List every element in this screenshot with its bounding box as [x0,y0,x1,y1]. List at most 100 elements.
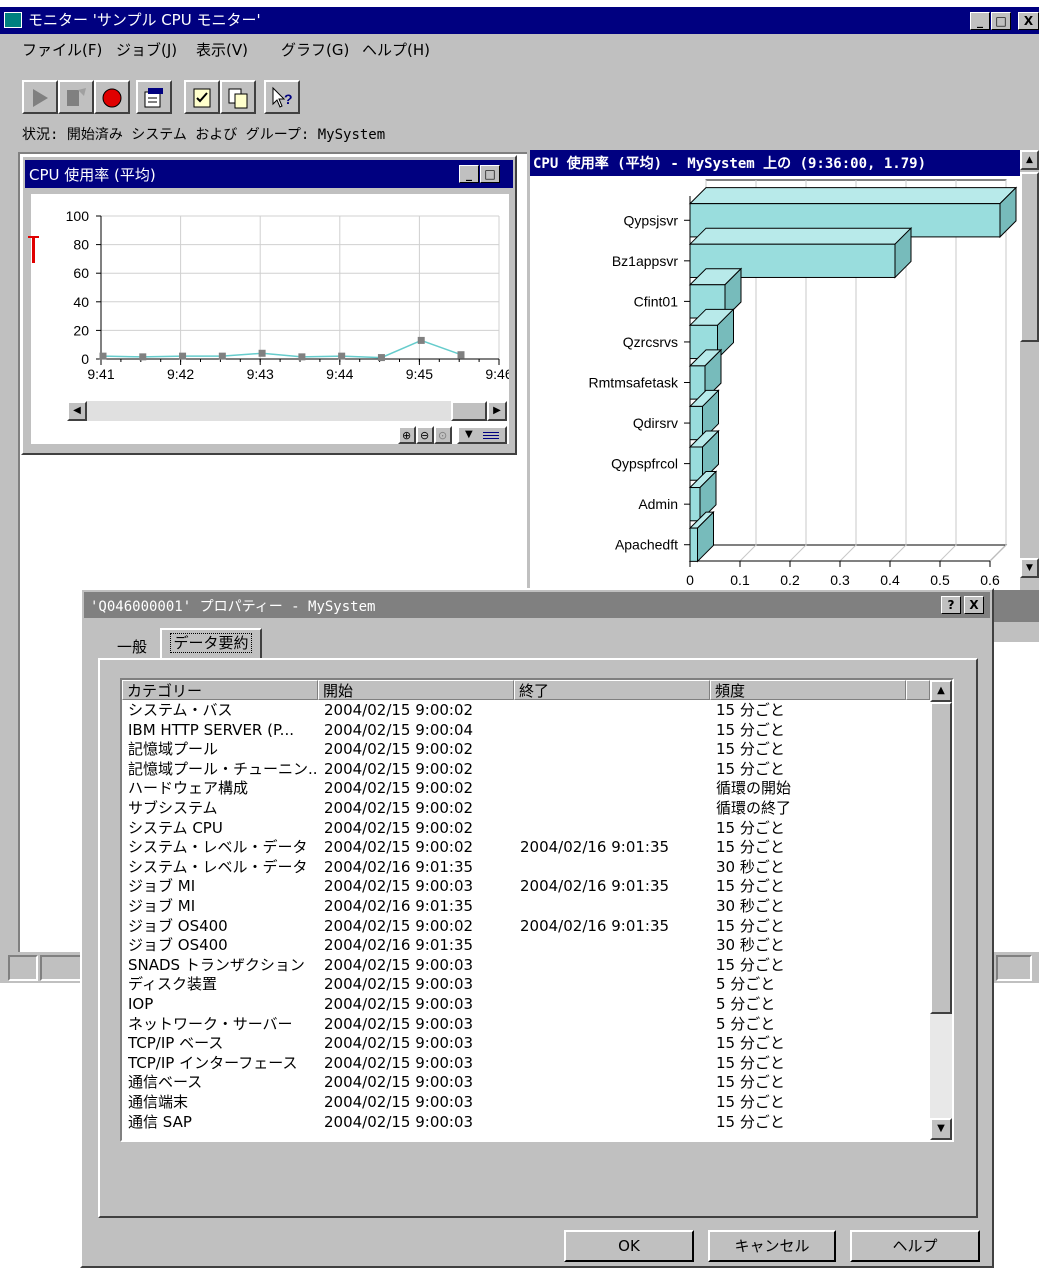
cell-frequency: 15 分ごと [716,877,785,896]
cell-category: ジョブ MI [128,877,196,896]
cell-category: ディスク装置 [128,975,217,994]
scroll-right-button[interactable]: ▶ [487,401,507,421]
table-row[interactable]: 通信 SAP 2004/02/15 9:00:03 15 分ごと [128,1113,928,1133]
line-chart-ytick-label: 60 [73,265,89,281]
menu-graph[interactable]: グラフ(G) [281,38,349,62]
main-minimize-button[interactable]: _ [970,12,990,30]
table-row[interactable]: ジョブ OS400 2004/02/15 9:00:02 2004/02/16 9:… [128,917,928,937]
col-header-start[interactable]: 開始 [318,680,514,700]
line-chart-point [179,352,187,360]
properties-button[interactable] [136,80,172,114]
cell-start: 2004/02/16 9:01:35 [324,936,474,955]
main-close-button[interactable]: X [1018,12,1039,30]
dialog-close-button[interactable]: X [964,596,984,614]
cell-category: システム・レベル・データ [128,857,308,876]
ok-button[interactable]: OK [564,1230,694,1262]
table-row[interactable]: ジョブ MI 2004/02/15 9:00:03 2004/02/16 9:01:… [128,877,928,897]
data-summary-list[interactable]: カテゴリー 開始 終了 頻度 システム・バス 2004/02/15 9:00:02… [120,678,954,1142]
menu-view[interactable]: 表示(V) [196,38,248,62]
right-chart-title-bar[interactable]: CPU 使用率 (平均) - MySystem 上の (9:36:00, 1.7… [530,150,1020,176]
table-row[interactable]: TCP/IP インターフェース 2004/02/15 9:00:03 15 分ごと [128,1054,928,1074]
left-chart-hscrollbar[interactable]: ◀ ▶ [67,401,507,421]
table-row[interactable]: システム CPU 2004/02/15 9:00:02 15 分ごと [128,819,928,839]
checklist-button[interactable] [184,80,220,114]
tab-data-summary[interactable]: データ要約 [160,628,262,660]
vscroll-down-button[interactable]: ▼ [1020,558,1039,578]
chart-options-dropdown[interactable]: ▼ [457,426,507,444]
menu-job[interactable]: ジョブ(J) [116,38,177,62]
menu-file[interactable]: ファイル(F) [22,38,102,62]
dialog-title-bar[interactable]: 'Q046000001' プロパティー - MySystem ? X [84,592,990,618]
vscroll-thumb[interactable] [1020,172,1039,342]
bar-chart-category-label: Rmtmsafetask [589,375,679,391]
table-row[interactable]: IBM HTTP SERVER (P... 2004/02/15 9:00:04 1… [128,721,928,741]
line-chart-point [417,336,425,344]
bar [689,405,703,441]
list-scroll-up-button[interactable]: ▲ [930,680,952,702]
table-row[interactable]: システム・レベル・データ 2004/02/16 9:01:35 30 秒ごと [128,858,928,878]
table-row[interactable]: システム・レベル・データ 2004/02/15 9:00:02 2004/02/16… [128,838,928,858]
cell-start: 2004/02/15 9:00:02 [324,759,474,778]
dialog-help-button[interactable]: ? [941,596,961,614]
scroll-thumb[interactable] [451,401,487,421]
zoom-in-button[interactable]: ⊕ [398,426,416,444]
cell-category: システム・レベル・データ [128,838,308,857]
vscroll-up-button[interactable]: ▲ [1020,150,1039,170]
copy-icon [228,88,248,109]
bar [689,527,698,562]
edit-icon [67,88,86,106]
cell-start: 2004/02/15 9:00:03 [324,1112,474,1131]
line-chart-ytick-label: 0 [81,351,89,367]
table-row[interactable]: ジョブ MI 2004/02/16 9:01:35 30 秒ごと [128,897,928,917]
zoom-reset-button[interactable]: ⊙ [434,426,452,444]
left-maximize-button[interactable]: □ [480,165,500,183]
table-row[interactable]: 通信ベース 2004/02/15 9:00:03 15 分ごと [128,1073,928,1093]
line-chart-ytick-label: 80 [73,237,89,253]
left-chart-title-bar[interactable]: CPU 使用率 (平均) _ □ [25,160,513,188]
table-row[interactable]: SNADS トランザクション 2004/02/15 9:00:03 15 分ごと [128,956,928,976]
tab-general[interactable]: 一般 [104,634,160,660]
tab-data-summary-label: データ要約 [170,633,252,653]
whats-this-button[interactable]: ? [264,80,300,114]
zoom-out-button[interactable]: ⊖ [416,426,434,444]
list-scroll-down-button[interactable]: ▼ [930,1118,952,1140]
main-title-bar[interactable]: モニター 'サンプル CPU モニター' _ □ X [0,7,1039,34]
start-button[interactable] [22,80,58,114]
table-row[interactable]: ネットワーク・サーバー 2004/02/15 9:00:03 5 分ごと [128,1015,928,1035]
bar [689,487,701,522]
copy-button[interactable] [220,80,256,114]
list-vscrollbar[interactable]: ▲ ▼ [930,680,952,1140]
table-row[interactable]: 記憶域プール 2004/02/15 9:00:02 15 分ごと [128,740,928,760]
table-row[interactable]: ハードウェア構成 2004/02/15 9:00:02 循環の開始 [128,779,928,799]
help-button[interactable]: ヘルプ [850,1230,980,1262]
right-chart-vscrollbar[interactable]: ▲ ▼ [1020,150,1039,582]
cell-start: 2004/02/15 9:00:03 [324,1093,474,1111]
table-row[interactable]: 通信端末 2004/02/15 9:00:03 15 分ごと [128,1093,928,1113]
list-scroll-thumb[interactable] [930,702,952,1014]
app-icon[interactable] [4,12,22,28]
table-row[interactable]: TCP/IP ベース 2004/02/15 9:00:03 15 分ごと [128,1034,928,1054]
cell-frequency: 5 分ごと [716,995,776,1013]
edit-button[interactable] [58,80,94,114]
cell-category: IOP [128,995,154,1013]
left-minimize-button[interactable]: _ [459,165,479,183]
menu-help[interactable]: ヘルプ(H) [362,38,430,62]
col-header-end[interactable]: 終了 [514,680,710,700]
table-row[interactable]: ジョブ OS400 2004/02/16 9:01:35 30 秒ごと [128,936,928,956]
table-row[interactable]: IOP 2004/02/15 9:00:03 5 分ごと [128,995,928,1015]
col-header-frequency[interactable]: 頻度 [710,680,906,700]
cancel-button[interactable]: キャンセル [708,1230,836,1262]
table-row[interactable]: サブシステム 2004/02/15 9:00:02 循環の終了 [128,799,928,819]
table-row[interactable]: システム・バス 2004/02/15 9:00:02 15 分ごと [128,701,928,721]
cell-start: 2004/02/15 9:00:02 [324,916,474,935]
cell-category: 記憶域プール・チューニン... [128,759,318,778]
table-row[interactable]: ディスク装置 2004/02/15 9:00:03 5 分ごと [128,975,928,995]
cell-frequency: 15 分ごと [716,701,785,719]
col-header-category[interactable]: カテゴリー [122,680,318,700]
main-maximize-button[interactable]: □ [991,12,1011,30]
list-header: カテゴリー 開始 終了 頻度 [122,680,930,700]
record-button[interactable] [94,80,130,114]
table-row[interactable]: 記憶域プール・チューニン... 2004/02/15 9:00:02 15 分ごと [128,760,928,780]
scroll-left-button[interactable]: ◀ [67,401,87,421]
cell-category: TCP/IP ベース [128,1034,224,1053]
